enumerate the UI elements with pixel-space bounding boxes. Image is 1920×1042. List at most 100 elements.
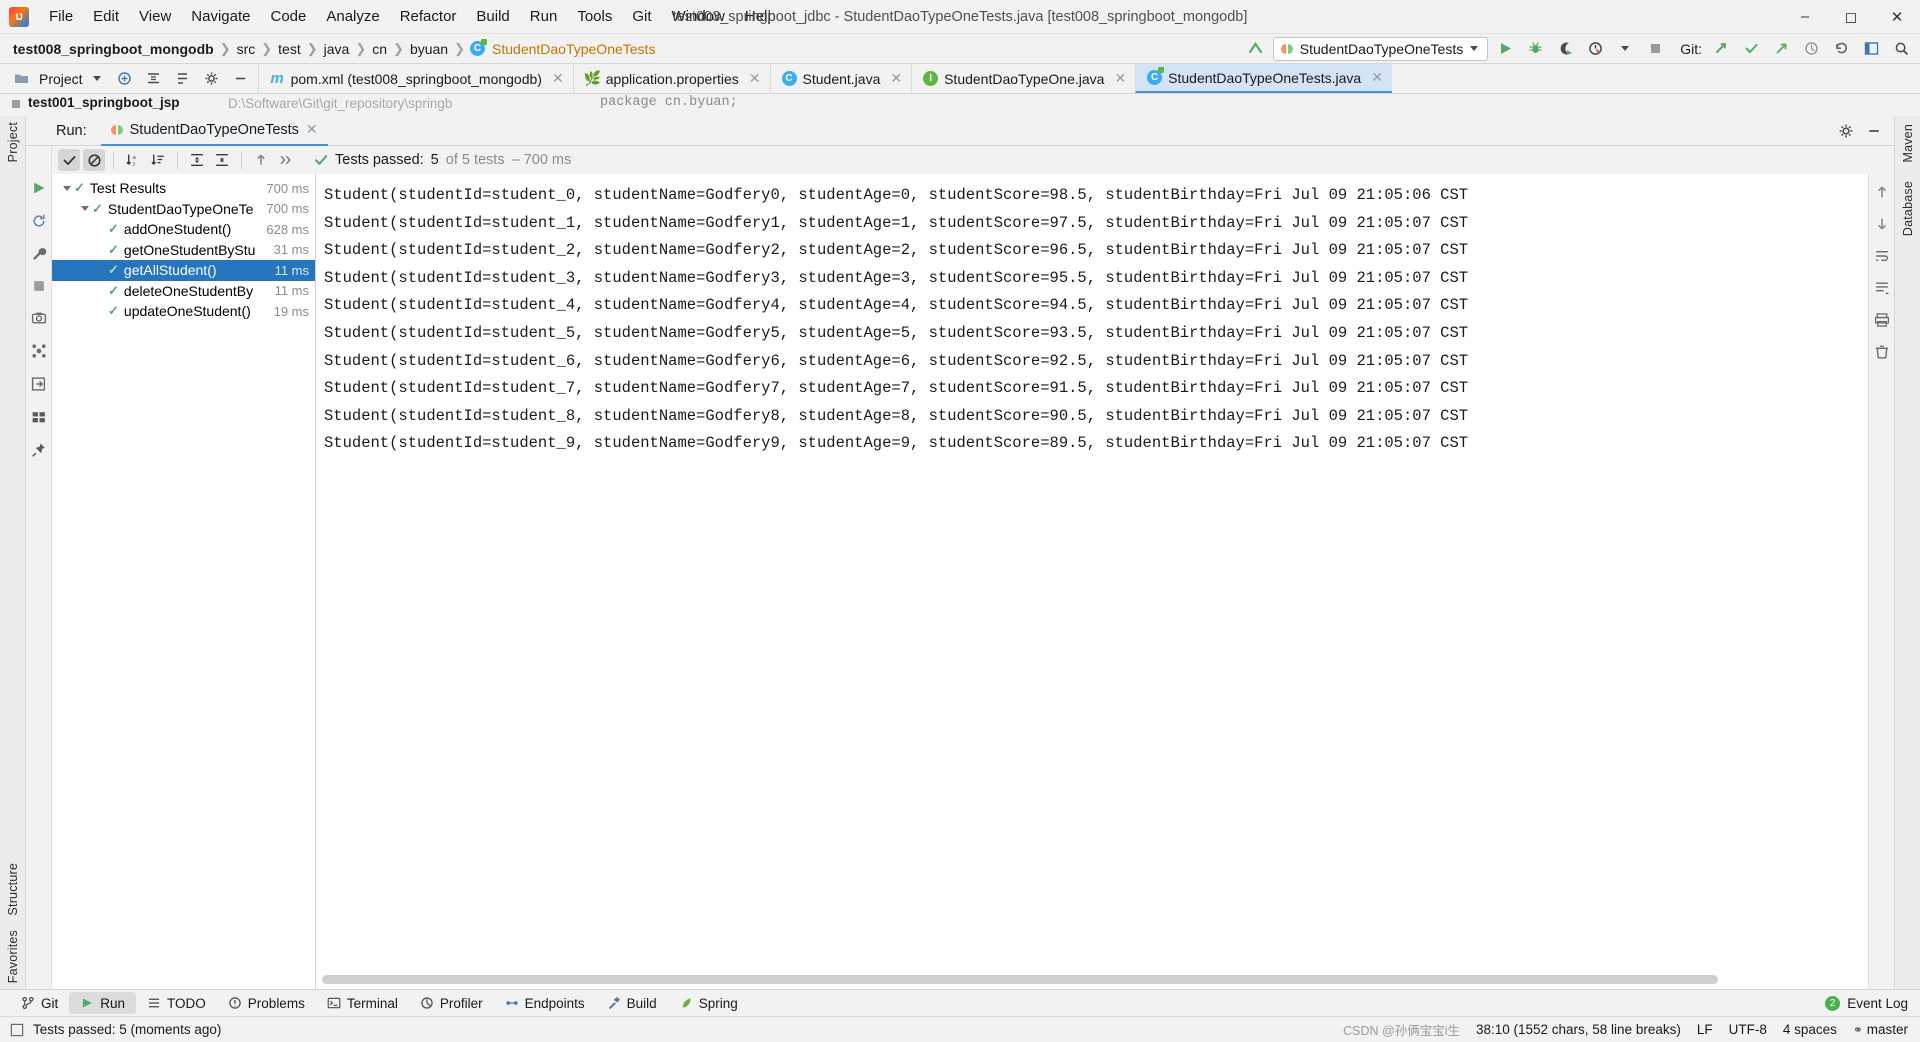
layout-icon[interactable]	[1858, 37, 1884, 61]
test-results-tree[interactable]: ✓ Test Results 700 ms ✓ StudentDaoTypeOn…	[52, 174, 316, 989]
scroll-to-end-icon[interactable]	[1874, 280, 1890, 296]
run-icon[interactable]	[1492, 37, 1518, 61]
close-icon[interactable]: ✕	[306, 121, 318, 138]
git-push-icon[interactable]	[1768, 37, 1794, 61]
sidebar-item-project[interactable]: Project	[6, 122, 20, 162]
editor-tab-application-properties[interactable]: 🌿 application.properties ✕	[572, 64, 770, 93]
menu-view[interactable]: View	[129, 5, 181, 28]
expand-icon[interactable]	[117, 71, 132, 86]
bottom-item-build[interactable]: Build	[596, 992, 668, 1014]
sort-duration-icon[interactable]	[147, 149, 169, 171]
sidebar-item-structure[interactable]: Structure	[6, 863, 20, 916]
bottom-item-spring[interactable]: Spring	[668, 992, 749, 1014]
prev-failed-icon[interactable]	[250, 149, 272, 171]
editor-tab-student[interactable]: C Student.java ✕	[769, 64, 912, 93]
minimize-icon[interactable]	[1866, 123, 1882, 139]
minimize-icon[interactable]: –	[1782, 0, 1828, 34]
scroll-from-source-icon[interactable]	[175, 71, 190, 86]
close-icon[interactable]: ✕	[1114, 70, 1126, 87]
bottom-item-run[interactable]: Run	[69, 992, 137, 1014]
indent-setting[interactable]: 4 spaces	[1783, 1022, 1837, 1037]
expand-all-icon[interactable]	[186, 149, 208, 171]
event-log-area[interactable]: 2 Event Log	[1825, 995, 1920, 1011]
soft-wrap-icon[interactable]	[1874, 248, 1890, 264]
update-project-icon[interactable]	[1243, 37, 1269, 61]
menu-run[interactable]: Run	[520, 5, 568, 28]
tree-row-test-results[interactable]: ✓ Test Results 700 ms	[52, 178, 315, 199]
history-icon[interactable]	[1798, 37, 1824, 61]
tree-row-getonestudentbystudentid[interactable]: ✓ getOneStudentByStu 31 ms	[52, 240, 315, 261]
file-encoding[interactable]: UTF-8	[1729, 1022, 1767, 1037]
pin-icon[interactable]	[31, 442, 47, 458]
menu-refactor[interactable]: Refactor	[390, 5, 467, 28]
editor-tab-pom[interactable]: m pom.xml (test008_springboot_mongodb) ✕	[257, 64, 573, 93]
git-checkmark-icon[interactable]	[1738, 37, 1764, 61]
menu-help[interactable]: Help	[735, 5, 786, 28]
git-branch-widget[interactable]: ⚭ master	[1853, 1022, 1908, 1037]
bottom-item-terminal[interactable]: Terminal	[316, 992, 409, 1014]
menu-analyze[interactable]: Analyze	[316, 5, 389, 28]
bottom-item-endpoints[interactable]: Endpoints	[494, 992, 596, 1014]
rerun-icon[interactable]	[31, 180, 47, 196]
menu-navigate[interactable]: Navigate	[181, 5, 260, 28]
menu-git[interactable]: Git	[622, 5, 661, 28]
tree-row-updateonestudent[interactable]: ✓ updateOneStudent() 19 ms	[52, 301, 315, 322]
bottom-item-todo[interactable]: TODO	[136, 992, 217, 1014]
bottom-item-problems[interactable]: Problems	[217, 992, 316, 1014]
profiler-icon[interactable]	[1582, 37, 1608, 61]
menu-tools[interactable]: Tools	[567, 5, 622, 28]
menu-code[interactable]: Code	[260, 5, 316, 28]
run-tab-studentdaotypeonetests[interactable]: StudentDaoTypeOneTests ✕	[100, 116, 328, 146]
close-icon[interactable]: ✕	[552, 70, 564, 87]
clear-all-icon[interactable]	[1874, 344, 1890, 360]
close-icon[interactable]: ✕	[1371, 69, 1383, 86]
toggle-passed-icon[interactable]	[58, 149, 80, 171]
gear-icon[interactable]	[1838, 123, 1854, 139]
menu-file[interactable]: File	[39, 5, 83, 28]
chevron-down-icon[interactable]	[92, 76, 101, 81]
sidebar-item-favorites[interactable]: Favorites	[6, 930, 20, 983]
close-icon[interactable]: ✕	[749, 70, 761, 87]
menu-window[interactable]: Window	[662, 5, 735, 28]
tree-row-deleteonestudentby[interactable]: ✓ deleteOneStudentBy 11 ms	[52, 281, 315, 302]
git-commit-icon[interactable]	[1708, 37, 1734, 61]
tree-row-addonestudent[interactable]: ✓ addOneStudent() 628 ms	[52, 219, 315, 240]
project-tool-label[interactable]: Project	[0, 64, 107, 93]
breadcrumb-cn[interactable]: cn	[369, 41, 390, 57]
collapse-all-icon[interactable]	[211, 149, 233, 171]
caret-position[interactable]: 38:10 (1552 chars, 58 line breaks)	[1476, 1022, 1681, 1037]
horizontal-scrollbar[interactable]	[322, 975, 1718, 984]
sidebar-item-maven[interactable]: Maven	[1901, 124, 1915, 163]
close-icon[interactable]: ✕	[890, 70, 902, 87]
wrench-icon[interactable]	[31, 246, 47, 262]
print-icon[interactable]	[1874, 312, 1890, 328]
sidebar-item-database[interactable]: Database	[1901, 181, 1915, 236]
bottom-item-git[interactable]: Git	[10, 992, 69, 1014]
menu-edit[interactable]: Edit	[83, 5, 129, 28]
breadcrumb-byuan[interactable]: byuan	[407, 41, 451, 57]
thread-dump-icon[interactable]	[31, 343, 47, 359]
breadcrumb-project[interactable]: test008_springboot_mongodb	[10, 41, 217, 57]
editor-tab-studentdaotypeonetests[interactable]: C StudentDaoTypeOneTests.java ✕	[1135, 64, 1392, 93]
gear-icon[interactable]	[204, 71, 219, 86]
tree-row-getallstudent[interactable]: ✓ getAllStudent() 11 ms	[52, 260, 315, 281]
debug-icon[interactable]	[1522, 37, 1548, 61]
maximize-icon[interactable]: ◻	[1828, 0, 1874, 34]
export-icon[interactable]	[31, 376, 47, 392]
more-icon[interactable]	[275, 149, 297, 171]
camera-icon[interactable]	[31, 310, 47, 326]
test-console-output[interactable]: Student(studentId=student_0, studentName…	[316, 174, 1868, 989]
tree-row-test-class[interactable]: ✓ StudentDaoTypeOneTe 700 ms	[52, 199, 315, 220]
menu-build[interactable]: Build	[466, 5, 519, 28]
stop-icon[interactable]	[32, 279, 46, 293]
run-coverage-icon[interactable]	[1552, 37, 1578, 61]
breadcrumb-java[interactable]: java	[321, 41, 353, 57]
breadcrumb-test[interactable]: test	[275, 41, 304, 57]
search-everywhere-icon[interactable]	[1888, 37, 1914, 61]
hide-icon[interactable]	[233, 71, 248, 86]
scroll-up-icon[interactable]	[1874, 184, 1890, 200]
chevron-down-icon[interactable]	[60, 185, 74, 191]
close-icon[interactable]: ✕	[1874, 0, 1920, 34]
scroll-down-icon[interactable]	[1874, 216, 1890, 232]
hide-ignored-icon[interactable]	[83, 149, 105, 171]
